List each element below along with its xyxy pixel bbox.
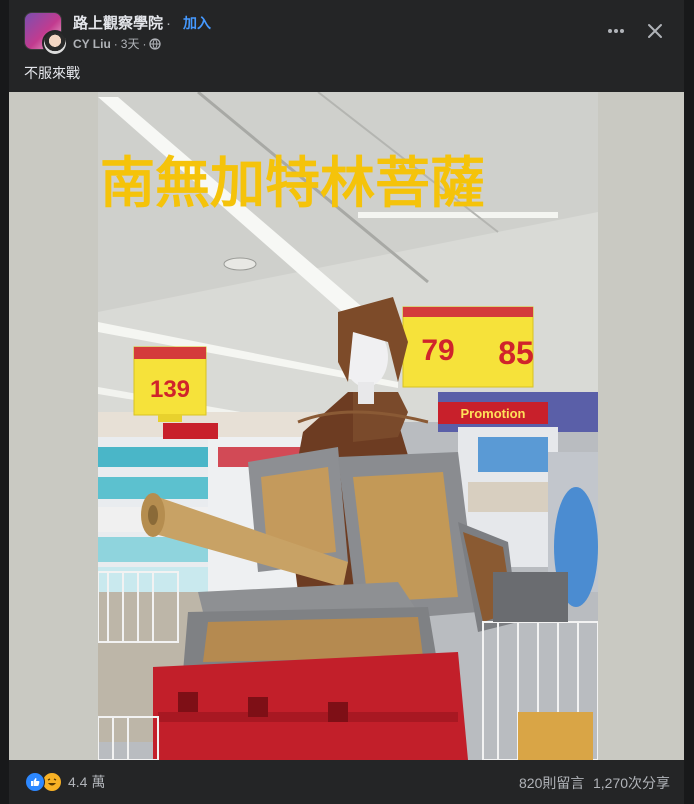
price-tag-85: 85 <box>498 335 534 371</box>
price-tag-79: 79 <box>421 334 454 367</box>
group-name[interactable]: 路上觀察學院 · <box>73 12 174 33</box>
post-header: 路上觀察學院 · 加入 CY Liu · 3天 · <box>9 0 684 60</box>
post-footer: 4.4 萬 820則留言 1,270次分享 <box>9 760 684 804</box>
author-name[interactable]: CY Liu <box>73 37 111 51</box>
overlay-caption: 南無加特林菩薩 <box>100 151 486 215</box>
post-time[interactable]: 3天 <box>121 35 140 52</box>
separator-dot: · <box>166 15 172 32</box>
close-button[interactable] <box>641 17 669 45</box>
haha-reaction-icon <box>42 772 62 792</box>
close-icon <box>648 24 662 38</box>
meta-separator-2: · <box>142 36 147 51</box>
join-group-link[interactable]: 加入 <box>183 13 211 33</box>
laughing-face-icon <box>47 778 57 786</box>
promo-banner-text: Promotion <box>461 406 526 421</box>
more-options-button[interactable] <box>603 18 629 44</box>
meta-separator: · <box>113 36 118 51</box>
price-tag-139: 139 <box>150 376 190 403</box>
group-name-text[interactable]: 路上觀察學院 <box>73 15 163 32</box>
reactions-summary[interactable]: 4.4 萬 <box>25 772 105 792</box>
post-media[interactable]: 139 Promotion 79 85 南無加特林菩薩 <box>9 92 684 760</box>
post-caption: 不服來戰 <box>24 65 80 81</box>
post-meta: CY Liu · 3天 · <box>73 35 162 52</box>
comment-count[interactable]: 820則留言 <box>519 773 584 793</box>
thumbs-up-icon <box>31 778 40 786</box>
ellipsis-icon <box>608 29 624 33</box>
avatar-group[interactable] <box>24 12 68 56</box>
reaction-count[interactable]: 4.4 萬 <box>68 772 105 792</box>
share-count[interactable]: 1,270次分享 <box>593 773 670 793</box>
author-avatar[interactable] <box>42 30 68 56</box>
like-reaction-icon <box>25 772 45 792</box>
globe-icon <box>149 37 162 50</box>
post-card: 路上觀察學院 · 加入 CY Liu · 3天 · 不服來戰 139 Promo… <box>9 0 684 804</box>
post-photo[interactable]: 139 Promotion 79 85 南無加特林菩薩 <box>98 92 598 760</box>
